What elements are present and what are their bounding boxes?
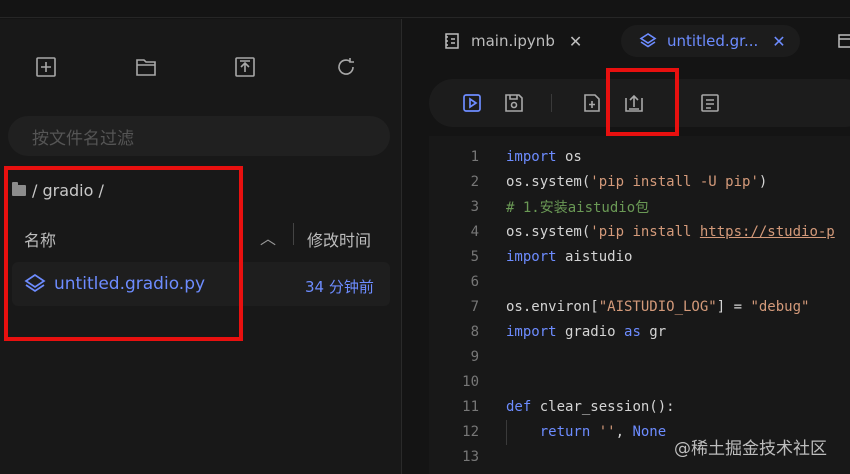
tab-label: untitled.gr... — [667, 32, 759, 50]
line-number: 11 — [462, 399, 479, 415]
code-token: import — [506, 324, 557, 340]
watermark: @稀土掘金技术社区 — [674, 439, 827, 459]
line-content: import aistudio — [506, 249, 632, 265]
code-token: os.system( — [506, 224, 591, 240]
code-token: 'pip install -U pip' — [590, 174, 759, 190]
close-icon[interactable]: ✕ — [569, 32, 582, 51]
code-line: 5 import aistudio — [429, 245, 850, 270]
tab-main-ipynb[interactable]: main.ipynb ✕ — [443, 25, 582, 57]
line-number: 9 — [470, 349, 479, 365]
code-token: return — [539, 424, 591, 440]
line-number: 13 — [462, 449, 479, 465]
code-token: import — [506, 149, 557, 165]
line-number: 5 — [470, 249, 479, 265]
code-token: aistudio — [556, 249, 633, 265]
code-token: "debug" — [750, 299, 810, 315]
code-line: 1 import os — [429, 145, 850, 170]
code-token: def — [506, 399, 532, 415]
line-number: 7 — [470, 299, 479, 315]
refresh-icon[interactable] — [328, 49, 364, 85]
line-content: os.environ["AISTUDIO_LOG"] = "debug" — [506, 299, 809, 315]
line-number: 4 — [470, 224, 479, 240]
tab-bar: main.ipynb ✕ untitled.gr... ✕ — [403, 19, 850, 63]
line-number: 3 — [470, 199, 479, 215]
code-token: ) — [758, 174, 768, 190]
code-line: 2 os.system('pip install -U pip') — [429, 170, 850, 195]
line-content: return '', None — [506, 424, 666, 440]
new-file-icon[interactable] — [28, 49, 64, 85]
code-token: "AISTUDIO_LOG" — [598, 299, 717, 315]
line-number: 12 — [462, 424, 479, 440]
code-token: gradio — [556, 324, 625, 340]
line-number: 2 — [470, 174, 479, 190]
column-divider — [293, 223, 294, 245]
line-number: 1 — [470, 149, 479, 165]
code-line: 8 import gradio as gr — [429, 320, 850, 345]
code-token: os.system( — [506, 174, 591, 190]
code-token: ] = — [716, 299, 751, 315]
code-token: as — [624, 324, 641, 340]
code-token: os — [556, 149, 582, 165]
code-line: 3 # 1.安装aistudio包 — [429, 195, 850, 220]
code-line: 4 os.system('pip install https://studio-p — [429, 220, 850, 245]
tab-overflow-icon[interactable] — [837, 25, 850, 57]
close-icon[interactable]: ✕ — [772, 32, 785, 51]
run-icon[interactable] — [459, 90, 485, 116]
code-line: 11 def clear_session(): — [429, 395, 850, 420]
save-icon[interactable] — [501, 90, 527, 116]
line-content: os.system('pip install https://studio-p — [506, 224, 835, 240]
line-number: 10 — [462, 374, 479, 390]
line-content: # 1.安装aistudio包 — [506, 197, 649, 217]
list-icon[interactable] — [697, 90, 723, 116]
code-token: gr — [640, 324, 667, 340]
code-token: 'pip install — [590, 224, 700, 240]
code-token: , — [615, 424, 633, 440]
column-header-modified[interactable]: 修改时间 — [307, 227, 371, 251]
line-number: 6 — [470, 274, 479, 290]
code-line: 10 — [429, 370, 850, 395]
code-token: import — [506, 249, 557, 265]
highlight-box-deploy — [606, 68, 679, 136]
top-strip — [0, 0, 850, 18]
sort-ascending-icon[interactable]: ︿ — [260, 225, 276, 249]
line-number: 8 — [470, 324, 479, 340]
gradio-icon — [639, 33, 657, 48]
code-token: https://studio-p — [699, 224, 835, 240]
code-line: 9 — [429, 345, 850, 370]
upload-icon[interactable] — [227, 49, 263, 85]
line-content: import os — [506, 149, 582, 165]
code-line: 14# 2.生成对话内容 — [429, 470, 850, 474]
tab-untitled-gradio[interactable]: untitled.gr... ✕ — [621, 25, 800, 57]
line-content: os.system('pip install -U pip') — [506, 174, 767, 190]
code-token: None — [632, 424, 667, 440]
highlight-box-file-list — [4, 166, 243, 341]
new-folder-icon[interactable] — [128, 49, 164, 85]
code-editor[interactable]: 1 import os 2 os.system('pip install -U pip… — [429, 136, 850, 474]
toolbar-divider — [551, 94, 552, 112]
line-content: def clear_session(): — [506, 399, 675, 415]
notebook-icon — [445, 33, 459, 49]
code-token: # 1.安装aistudio包 — [506, 200, 650, 216]
sidebar-toolbar — [0, 49, 402, 85]
code-line: 7 os.environ["AISTUDIO_LOG"] = "debug" — [429, 295, 850, 320]
code-token: clear_session(): — [531, 399, 675, 415]
line-content: import gradio as gr — [506, 324, 666, 340]
filter-input[interactable]: 按文件名过滤 — [8, 116, 390, 156]
code-line: 6 — [429, 270, 850, 295]
code-token: os.environ[ — [506, 299, 599, 315]
tab-label: main.ipynb — [471, 32, 555, 50]
file-modified: 34 分钟前 — [305, 278, 374, 296]
add-file-icon[interactable] — [579, 90, 605, 116]
code-token: '' — [598, 424, 616, 440]
